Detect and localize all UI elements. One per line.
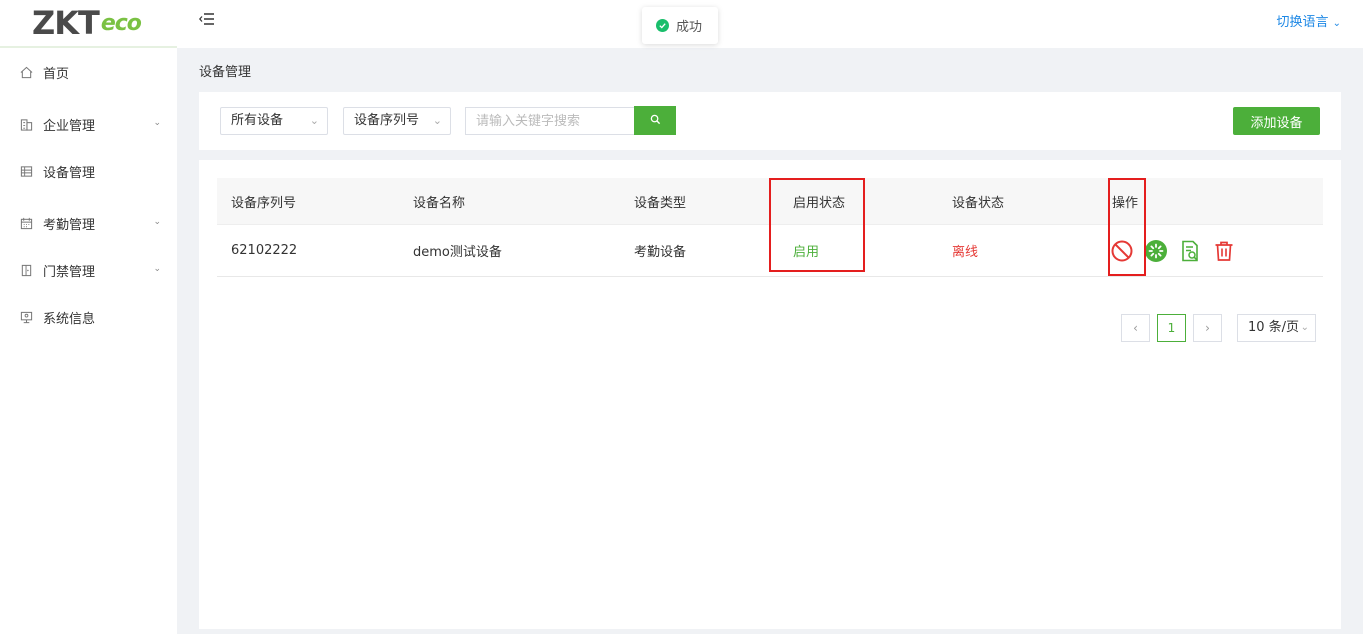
sidebar-item-label: 考勤管理: [43, 217, 96, 233]
filter-bar: 所有设备 ⌄ 设备序列号 ⌄ 添加设备: [199, 92, 1341, 150]
table-row: 62102222 demo测试设备 考勤设备 启用 离线: [217, 225, 1323, 277]
sidebar: ZKT eco 首页 企业管理 ⌄ 设备管理 考勤管理 ⌄ 门禁管理 ⌄ 系统信…: [0, 0, 177, 634]
toast-message: 成功: [676, 20, 703, 35]
sidebar-item-devices[interactable]: 设备管理: [0, 151, 177, 191]
chevron-down-icon: ⌄: [1332, 18, 1341, 29]
column-header-status: 设备状态: [952, 195, 1005, 211]
monitor-icon: [19, 310, 33, 324]
chevron-down-icon: ⌄: [153, 264, 161, 274]
pagination-prev-button[interactable]: ‹: [1121, 314, 1150, 342]
chevron-down-icon: ⌄: [309, 114, 319, 127]
page-size-select[interactable]: 10 条/页 ⌄: [1237, 314, 1316, 342]
menu-collapse-icon[interactable]: [199, 12, 215, 26]
page-size-value: 10 条/页: [1248, 320, 1300, 335]
success-toast: 成功: [642, 7, 718, 44]
add-device-button[interactable]: 添加设备: [1233, 107, 1320, 135]
sync-icon[interactable]: [1144, 239, 1168, 263]
top-header: 切换语言 ⌄: [177, 0, 1363, 48]
calendar-icon: [19, 216, 33, 230]
column-header-enabled: 启用状态: [793, 195, 846, 211]
device-list-icon: [19, 164, 33, 178]
sidebar-item-label: 企业管理: [43, 118, 96, 134]
logo-main: ZKT: [32, 4, 100, 42]
field-filter-value: 设备序列号: [354, 113, 420, 128]
column-header-serial: 设备序列号: [231, 195, 297, 211]
breadcrumb: 设备管理: [199, 65, 252, 80]
disable-icon[interactable]: [1110, 239, 1134, 263]
sidebar-item-home[interactable]: 首页: [0, 52, 177, 92]
sidebar-item-label: 门禁管理: [43, 264, 96, 280]
cell-device-type: 考勤设备: [634, 245, 687, 260]
table-header: 设备序列号 设备名称 设备类型 启用状态 设备状态 操作: [217, 178, 1323, 225]
chevron-down-icon: ⌄: [432, 114, 442, 127]
device-filter-value: 所有设备: [231, 113, 284, 128]
pagination-page-1[interactable]: 1: [1157, 314, 1186, 342]
home-icon: [19, 65, 33, 79]
search-input[interactable]: [465, 107, 635, 135]
column-header-type: 设备类型: [634, 195, 687, 211]
language-switch[interactable]: 切换语言 ⌄: [1276, 11, 1341, 30]
search-icon: [650, 113, 661, 128]
row-actions: [1110, 225, 1236, 276]
device-table-card: 设备序列号 设备名称 设备类型 启用状态 设备状态 操作 62102222 de…: [199, 160, 1341, 629]
chevron-left-icon: ‹: [1133, 321, 1138, 335]
cell-enabled-status: 启用: [793, 245, 820, 260]
delete-icon[interactable]: [1212, 239, 1236, 263]
sidebar-item-access-control[interactable]: 门禁管理 ⌄: [0, 250, 177, 290]
view-details-icon[interactable]: [1178, 239, 1202, 263]
pagination-next-button[interactable]: ›: [1193, 314, 1222, 342]
cell-device-name: demo测试设备: [413, 245, 502, 260]
device-table: 设备序列号 设备名称 设备类型 启用状态 设备状态 操作 62102222 de…: [217, 178, 1323, 277]
cell-serial: 62102222: [231, 243, 298, 258]
chevron-down-icon: ⌄: [153, 217, 161, 227]
column-header-actions: 操作: [1112, 195, 1139, 211]
column-header-name: 设备名称: [413, 195, 466, 211]
building-icon: [19, 117, 33, 131]
chevron-right-icon: ›: [1205, 321, 1210, 335]
logo-eco: eco: [100, 10, 142, 36]
sidebar-item-label: 首页: [43, 66, 70, 82]
door-icon: [19, 263, 33, 277]
device-filter-select[interactable]: 所有设备 ⌄: [220, 107, 328, 135]
field-filter-select[interactable]: 设备序列号 ⌄: [343, 107, 451, 135]
language-switch-label: 切换语言: [1276, 15, 1329, 30]
check-circle-icon: [656, 19, 669, 32]
sidebar-item-label: 系统信息: [43, 311, 96, 327]
cell-device-status: 离线: [952, 245, 979, 260]
sidebar-item-label: 设备管理: [43, 165, 96, 181]
sidebar-item-enterprise[interactable]: 企业管理 ⌄: [0, 104, 177, 144]
chevron-down-icon: ⌄: [1300, 322, 1309, 333]
chevron-down-icon: ⌄: [153, 118, 161, 128]
logo: ZKT eco: [0, 0, 177, 48]
sidebar-item-system-info[interactable]: 系统信息: [0, 297, 177, 337]
sidebar-item-attendance[interactable]: 考勤管理 ⌄: [0, 203, 177, 243]
search-button[interactable]: [634, 106, 676, 135]
